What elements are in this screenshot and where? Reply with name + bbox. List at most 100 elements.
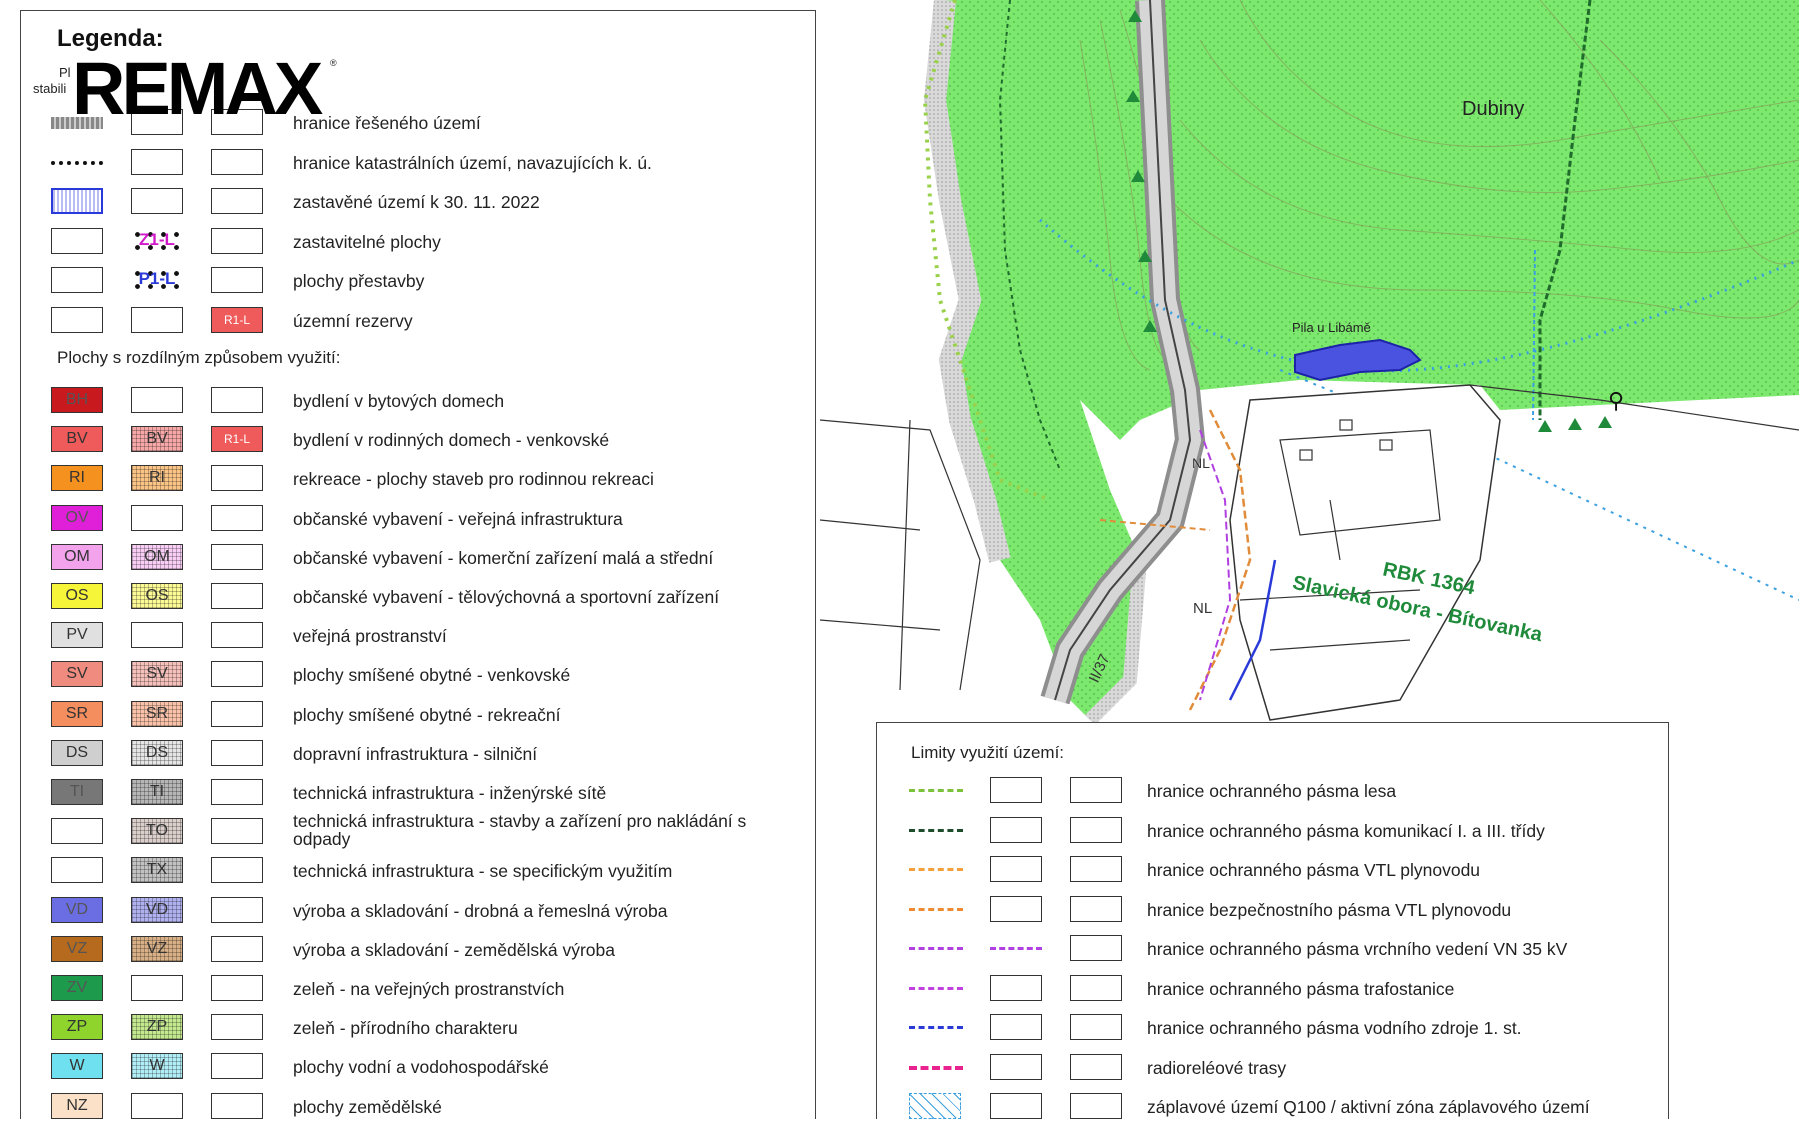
legend-row-built-up-area: zastavěné území k 30. 11. 2022 [21,188,815,218]
area-label-sr: plochy smíšené obytné - rekreační [293,704,561,725]
legend-symbol-cadastral-boundary-3 [211,148,263,175]
limit-symbol-substation-zone-3 [1070,974,1122,1001]
legend-label-territorial-reserves: územní rezervy [293,310,413,331]
area-symbol-sv-2: SV [131,661,183,688]
legend-label-buildable-areas: zastavitelné plochy [293,231,441,252]
legend-symbol-cadastral-boundary-2 [131,148,183,175]
limit-label-flood: záplavové území Q100 / aktivní zóna zápl… [1147,1097,1590,1117]
limit-label-gas-zone: hranice ochranného pásma VTL plynovodu [1147,860,1481,880]
area-symbol-ds-2: DS [131,739,183,766]
area-symbol-pv-1: PV [51,622,103,649]
legend-row-cadastral-boundary: hranice katastrálních území, navazujícíc… [21,148,815,179]
remax-logo: REMAX [72,47,323,130]
area-row-zv: ZV zeleň - na veřejných prostranstvích [21,975,815,1005]
area-label-os: občanské vybavení - tělovýchovná a sport… [293,587,720,607]
legend-col-header-2: stabili [33,81,67,96]
area-symbol-ti-2: TI [131,779,183,805]
legend-symbol-cadastral-boundary-1 [51,160,103,165]
limit-label-road-zone: hranice ochranného pásma komunikací I. a… [1147,820,1545,841]
legend-symbol-buildable-areas-3 [211,227,263,254]
area-symbol-pv-2 [131,622,183,649]
limits-panel: Limity využití území: hranice ochranného… [876,722,1669,1119]
area-label-w: plochy vodní a vodohospodářské [293,1057,549,1078]
limit-symbol-water-source-2 [990,1014,1042,1040]
area-label-zp: zeleň - přírodního charakteru [293,1018,518,1039]
limit-line-radio [909,1065,963,1070]
legend-col-header-1: Pl [59,65,71,80]
limit-symbol-vn-zone-3 [1070,935,1122,961]
area-symbol-nz-3 [211,1092,263,1119]
map-label-pila: Pila u Libámě [1292,320,1371,335]
legend-panel: Legenda: Pl stabili hranice řešeného úze… [20,10,816,1119]
limit-line-gas-zone [909,868,963,871]
area-symbol-pv-3 [211,622,263,649]
limit-row-gas-zone: hranice ochranného pásma VTL plynovodu [877,856,1668,886]
area-label-tx: technická infrastruktura - se specifický… [293,861,673,882]
area-row-os: OS OS občanské vybavení - tělovýchovná a s… [21,583,815,613]
limit-label-vn-zone: hranice ochranného pásma vrchního vedení… [1147,939,1568,959]
area-row-zp: ZP ZP zeleň - přírodního charakteru [21,1014,815,1044]
limit-symbol-radio-2 [990,1053,1042,1080]
area-label-vz: výroba a skladování - zemědělská výroba [293,939,615,960]
area-symbol-nz-2 [131,1092,183,1119]
area-symbol-ov-3 [211,504,263,531]
area-symbol-ds-3 [211,739,263,766]
limit-symbol-road-zone-3 [1070,816,1122,843]
area-symbol-tx-3 [211,857,263,884]
area-label-ov: občanské vybavení - veřejná infrastruktu… [293,508,623,529]
area-symbol-zp-1: ZP [51,1014,103,1041]
limit-symbol-gas-zone-2 [990,856,1042,882]
area-symbol-to-1 [51,818,103,845]
area-symbol-ri-1: RI [51,465,103,492]
area-label-ds: dopravní infrastruktura - silniční [293,743,538,764]
area-row-vz: VZ VZ výroba a skladování - zemědělská výr… [21,935,815,966]
area-row-ti: TI TI technická infrastruktura - inženýrsk… [21,779,815,809]
limit-line-gas-safety [909,907,963,911]
area-label-to: technická infrastruktura - stavby a zaří… [293,811,747,850]
area-row-nz: NZ plochy zemědělské [21,1092,815,1123]
limit-row-substation-zone: hranice ochranného pásma trafostanice [877,974,1668,1005]
area-row-sv: SV SV plochy smíšené obytné - venkovské [21,661,815,691]
limit-row-road-zone: hranice ochranného pásma komunikací I. a… [877,816,1668,847]
area-symbol-sr-2: SR [131,700,183,727]
legend-symbol-redevelopment-areas-2: P1-L [131,267,183,293]
area-row-to: TO technická infrastruktura - stavby a za… [21,812,815,848]
limit-symbol-flood-2 [990,1093,1042,1119]
legend-symbol-buildable-areas-1 [51,227,103,254]
area-symbol-sv-3 [211,661,263,688]
limit-line-substation-zone [909,986,963,990]
area-symbol-vd-1: VD [51,896,103,923]
legend-symbol-territorial-reserves-1 [51,306,103,333]
area-symbol-ov-1: OV [51,504,103,531]
limit-symbol-radio-3 [1070,1053,1122,1080]
area-symbol-to-3 [211,818,263,845]
limit-symbol-gas-safety-2 [990,895,1042,922]
parcels [1229,384,1501,721]
legend-symbol-redevelopment-areas-1 [51,267,103,293]
legend-symbol-built-up-area-1 [51,188,103,214]
area-symbol-sr-3 [211,700,263,727]
area-symbol-sv-1: SV [51,661,103,688]
legend-symbol-built-up-area-2 [131,188,183,214]
limits-title: Limity využití území: [911,743,1065,762]
limit-label-forest-zone: hranice ochranného pásma lesa [1147,781,1397,801]
area-symbol-bv-3: R1-L [211,426,263,453]
legend-symbol-built-up-area-3 [211,188,263,214]
limit-label-gas-safety: hranice bezpečnostního pásma VTL plynovo… [1147,899,1512,920]
area-symbol-zv-2 [131,975,183,1001]
limit-line-water-source [909,1026,963,1029]
limit-row-gas-safety: hranice bezpečnostního pásma VTL plynovo… [877,895,1668,926]
area-symbol-om-3 [211,543,263,570]
area-label-bv: bydlení v rodinných domech - venkovské [293,430,610,451]
area-row-om: OM OM občanské vybavení - komerční zařízen… [21,543,815,574]
area-label-vd: výroba a skladování - drobná a řemeslná … [293,900,668,921]
area-symbol-bv-1: BV [51,426,103,453]
legend-symbol-redevelopment-areas-3 [211,267,263,293]
area-symbol-to-2: TO [131,818,183,845]
limit-line-vn-zone [909,947,963,950]
area-symbol-os-3 [211,583,263,609]
area-row-ds: DS DS dopravní infrastruktura - silniční [21,739,815,770]
limit-row-forest-zone: hranice ochranného pásma lesa [877,777,1668,807]
limit-row-vn-zone: hranice ochranného pásma vrchního vedení… [877,935,1668,965]
area-symbol-bh-1: BH [51,387,103,413]
